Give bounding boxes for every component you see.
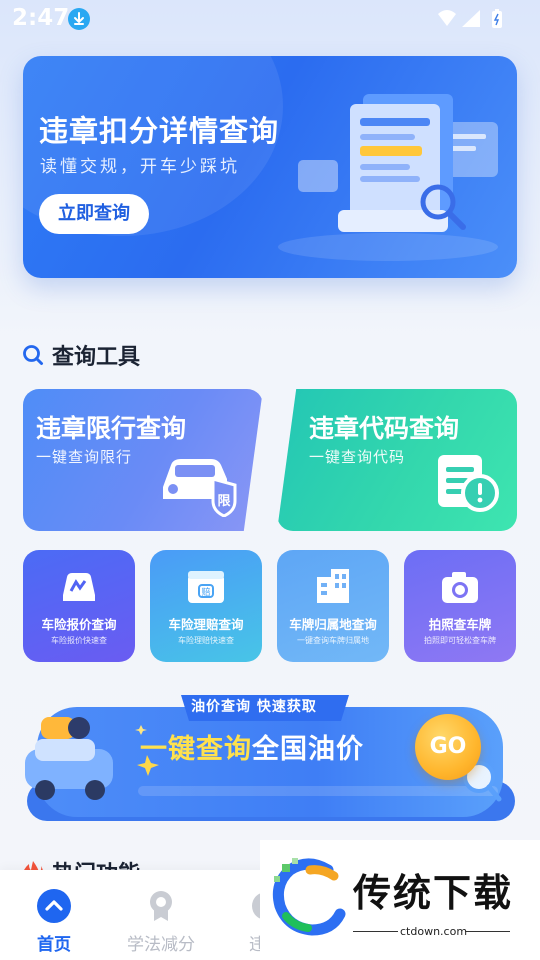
card-title: 违章代码查询	[309, 414, 460, 443]
restriction-query-card[interactable]: 违章限行查询 一键查询限行 限	[23, 389, 263, 531]
svg-text:赔: 赔	[201, 586, 210, 598]
restriction-badge: 限	[217, 494, 231, 509]
banner-title: 违章扣分详情查询	[39, 114, 280, 148]
tile-subtitle: 车险理赔快速查	[178, 636, 234, 645]
tile-title: 车险理赔查询	[168, 617, 244, 632]
status-time: 2:47	[12, 5, 70, 31]
signal-icon	[462, 10, 480, 27]
tile-title: 拍照查车牌	[428, 617, 492, 632]
tile-title: 车牌归属地查询	[289, 617, 377, 632]
tile-title: 车险报价查询	[41, 617, 117, 632]
claim-box-icon: 赔	[188, 571, 224, 603]
section-title: 查询工具	[52, 345, 141, 370]
query-tools-header: 查询工具	[22, 340, 140, 370]
oil-banner-main: 全国油价	[252, 734, 364, 765]
tile-subtitle: 车险报价快速查	[51, 636, 107, 645]
tile-subtitle: 一键查询车牌归属地	[297, 636, 369, 645]
watermark-rule-left	[353, 931, 398, 932]
card-subtitle: 一键查询代码	[309, 448, 406, 466]
home-icon	[37, 889, 71, 923]
document-search-illustration	[278, 94, 498, 261]
tile-subtitle: 拍照即可轻松查车牌	[424, 636, 496, 645]
violation-code-card[interactable]: 违章代码查询 一键查询代码	[277, 389, 517, 531]
building-icon	[317, 569, 349, 603]
watermark-url: ctdown.com	[400, 925, 468, 938]
nav-label: 学法减分	[127, 935, 195, 955]
card-title: 违章限行查询	[36, 414, 187, 443]
download-icon	[68, 8, 90, 30]
search-icon	[23, 345, 43, 365]
card-subtitle: 一键查询限行	[36, 448, 133, 466]
oil-banner-headline: 一键查询全国油价	[140, 727, 364, 766]
go-button[interactable]: GO	[415, 714, 481, 780]
oil-banner-tag: 油价查询 快速获取	[191, 699, 317, 715]
watermark-logo	[272, 858, 346, 936]
camera-icon	[442, 572, 478, 603]
photo-plate-tile[interactable]: 拍照查车牌 拍照即可轻松查车牌	[404, 550, 516, 662]
insurance-quote-tile[interactable]: 车险报价查询 车险报价快速查	[23, 550, 135, 662]
query-now-button[interactable]: 立即查询	[39, 194, 149, 234]
violation-points-banner[interactable]: 违章扣分详情查询 读懂交规，开车少踩坑 立即查询	[23, 56, 517, 278]
wifi-icon	[438, 10, 456, 26]
insurance-claim-tile[interactable]: 赔 车险理赔查询 车险理赔快速查	[150, 550, 262, 662]
car-restriction-icon: 限	[163, 459, 237, 517]
nav-home[interactable]: 首页	[4, 888, 104, 955]
medal-icon	[150, 891, 172, 921]
car-front-icon	[63, 573, 95, 601]
banner-subtitle: 读懂交规，开车少踩坑	[40, 157, 240, 177]
status-bar: 2:47	[0, 0, 540, 38]
nav-study-deduct[interactable]: 学法减分	[111, 888, 211, 955]
watermark-rule-right	[465, 931, 510, 932]
plate-location-tile[interactable]: 车牌归属地查询 一键查询车牌归属地	[277, 550, 389, 662]
watermark-brand: 传统下载	[353, 871, 514, 915]
code-document-icon	[438, 455, 499, 512]
status-icons	[438, 9, 502, 28]
oil-banner-highlight: 一键查询	[140, 734, 252, 765]
nav-label: 首页	[37, 935, 71, 955]
